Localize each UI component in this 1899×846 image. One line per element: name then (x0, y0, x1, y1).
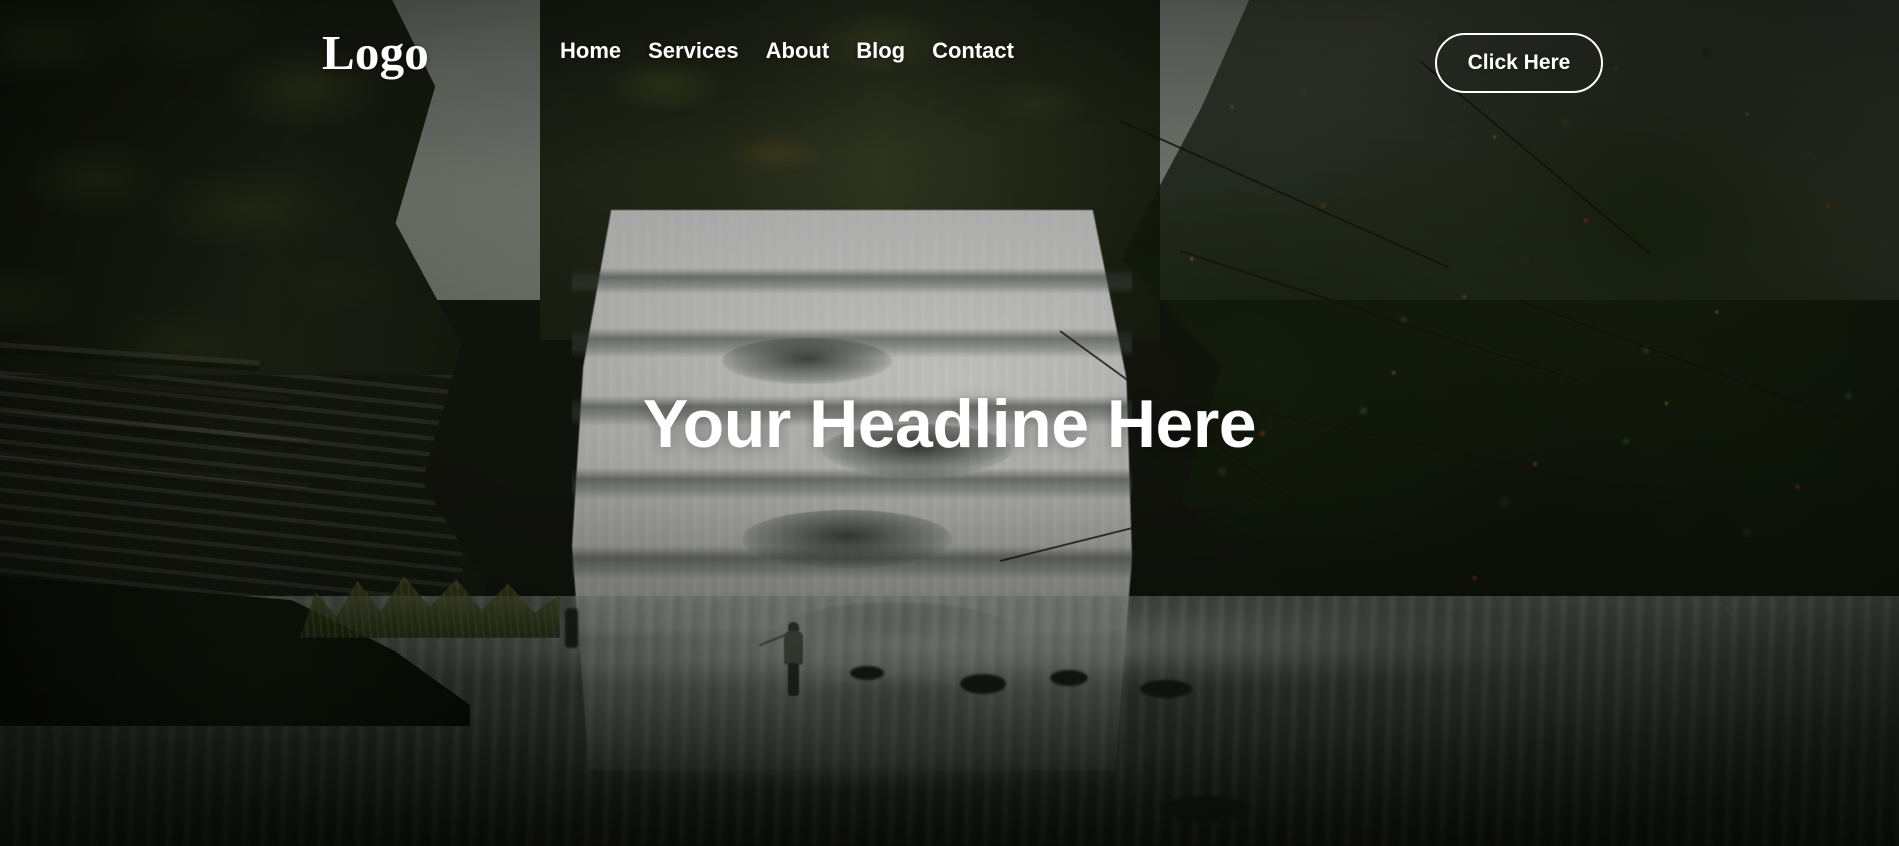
image-dark-overlay (0, 0, 1899, 846)
hero-section: Logo Home Services About Blog Contact Cl… (0, 0, 1899, 846)
primary-navigation: Home Services About Blog Contact (560, 38, 1014, 64)
nav-link-contact[interactable]: Contact (932, 38, 1014, 64)
nav-link-home[interactable]: Home (560, 38, 621, 64)
hero-background-image (0, 0, 1899, 846)
site-navbar: Logo Home Services About Blog Contact Cl… (0, 0, 1899, 126)
nav-link-blog[interactable]: Blog (856, 38, 905, 64)
nav-link-services[interactable]: Services (648, 38, 739, 64)
nav-link-about[interactable]: About (766, 38, 830, 64)
click-here-button[interactable]: Click Here (1435, 33, 1603, 93)
site-logo[interactable]: Logo (322, 28, 429, 77)
